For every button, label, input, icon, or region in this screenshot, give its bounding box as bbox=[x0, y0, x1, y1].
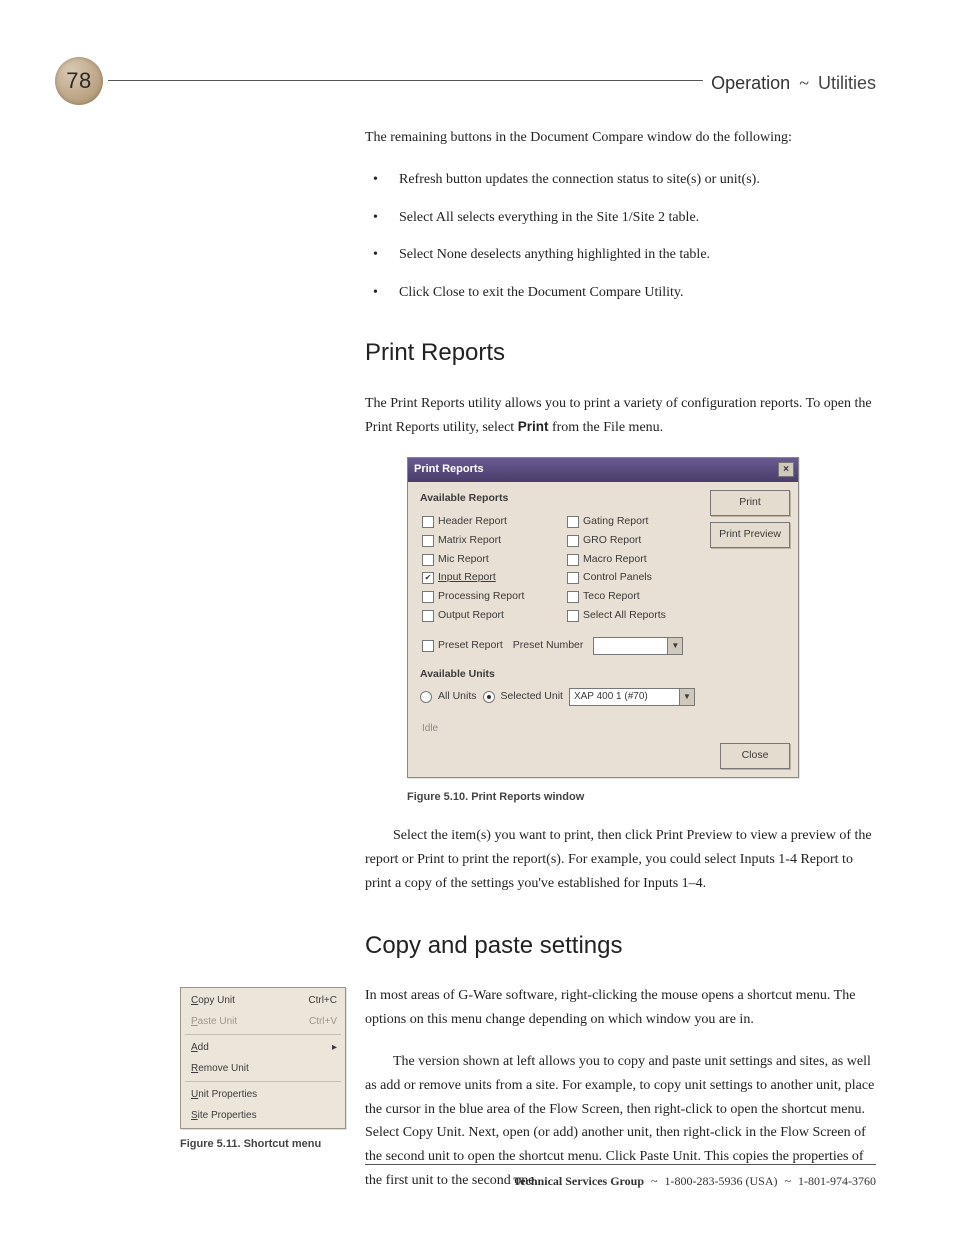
close-button[interactable]: Close bbox=[720, 743, 790, 769]
checkbox-teco-report[interactable]: Teco Report bbox=[563, 588, 708, 606]
menu-item-copy-unit[interactable]: Copy Unit Ctrl+C bbox=[181, 990, 345, 1011]
bullet-item: Refresh button updates the connection st… bbox=[365, 168, 876, 192]
checkbox-processing-report[interactable]: Processing Report bbox=[418, 588, 563, 606]
footer-group: Technical Services Group bbox=[513, 1174, 644, 1188]
section-label: Operation ~ Utilities bbox=[703, 68, 876, 99]
checkbox-control-panels[interactable]: Control Panels bbox=[563, 569, 708, 587]
checkbox-header-report[interactable]: Header Report bbox=[418, 513, 563, 531]
subsection-name: Utilities bbox=[818, 73, 876, 93]
copy-p1: In most areas of G-Ware software, right-… bbox=[365, 984, 876, 1032]
figure-caption-5-11: Figure 5.11. Shortcut menu bbox=[180, 1135, 346, 1154]
footer-phone2: 1-801-974-3760 bbox=[798, 1174, 876, 1188]
menu-shortcut: Ctrl+V bbox=[309, 1013, 337, 1030]
checkbox-select-all-reports[interactable]: Select All Reports bbox=[563, 607, 708, 625]
menu-item-remove-unit[interactable]: Remove Unit bbox=[181, 1058, 345, 1079]
print-para-bold: Print bbox=[518, 419, 549, 434]
footer-sep: ~ bbox=[647, 1174, 662, 1188]
window-title: Print Reports bbox=[414, 460, 484, 479]
bullet-item: Select All selects everything in the Sit… bbox=[365, 206, 876, 230]
preset-number-label: Preset Number bbox=[513, 637, 584, 655]
print-paragraph: The Print Reports utility allows you to … bbox=[365, 392, 876, 440]
radio-all-units-label: All Units bbox=[438, 688, 477, 706]
heading-copy-paste: Copy and paste settings bbox=[365, 926, 876, 967]
print-preview-button[interactable]: Print Preview bbox=[710, 522, 790, 548]
close-icon[interactable]: × bbox=[778, 462, 794, 477]
menu-item-unit-properties[interactable]: Unit Properties bbox=[181, 1084, 345, 1105]
menu-item-site-properties[interactable]: Site Properties bbox=[181, 1105, 345, 1126]
figure-caption-5-10: Figure 5.10. Print Reports window bbox=[407, 788, 876, 807]
radio-all-units[interactable] bbox=[420, 691, 432, 703]
footer-text: Technical Services Group ~ 1-800-283-593… bbox=[513, 1171, 876, 1191]
intro-paragraph: The remaining buttons in the Document Co… bbox=[365, 126, 876, 150]
bullet-list: Refresh button updates the connection st… bbox=[365, 168, 876, 305]
menu-shortcut: Ctrl+C bbox=[308, 992, 337, 1009]
page-number: 78 bbox=[66, 62, 91, 99]
selected-unit-combo[interactable]: XAP 400 1 (#70) ▼ bbox=[569, 688, 695, 706]
menu-divider bbox=[185, 1034, 341, 1035]
shortcut-menu: Copy Unit Ctrl+C Paste Unit Ctrl+V Add ▸… bbox=[180, 987, 346, 1129]
print-reports-window: Print Reports × Print Print Preview Avai… bbox=[407, 457, 799, 777]
group-available-units: Available Units bbox=[420, 666, 790, 684]
submenu-arrow-icon: ▸ bbox=[332, 1039, 337, 1056]
footer-phone1: 1-800-283-5936 (USA) bbox=[665, 1174, 778, 1188]
chevron-down-icon: ▼ bbox=[667, 638, 682, 654]
checkbox-preset-report[interactable]: Preset Report bbox=[422, 637, 503, 655]
checkbox-output-report[interactable]: Output Report bbox=[418, 607, 563, 625]
main-content: The remaining buttons in the Document Co… bbox=[365, 126, 876, 1211]
menu-item-paste-unit: Paste Unit Ctrl+V bbox=[181, 1011, 345, 1032]
page-number-badge: 78 bbox=[55, 57, 103, 105]
figure-shortcut-menu: Copy Unit Ctrl+C Paste Unit Ctrl+V Add ▸… bbox=[180, 987, 346, 1154]
checkbox-input-report[interactable]: ✔Input Report bbox=[418, 569, 563, 587]
preset-number-combo[interactable]: ▼ bbox=[593, 637, 683, 655]
status-idle: Idle bbox=[418, 720, 790, 737]
checkbox-gating-report[interactable]: Gating Report bbox=[563, 513, 708, 531]
heading-print-reports: Print Reports bbox=[365, 333, 876, 374]
footer-rule bbox=[365, 1164, 876, 1165]
radio-selected-unit[interactable] bbox=[483, 691, 495, 703]
footer-sep: ~ bbox=[781, 1174, 796, 1188]
checkbox-gro-report[interactable]: GRO Report bbox=[563, 532, 708, 550]
section-sep: ~ bbox=[795, 73, 813, 93]
menu-item-add[interactable]: Add ▸ bbox=[181, 1037, 345, 1058]
bullet-item: Click Close to exit the Document Compare… bbox=[365, 281, 876, 305]
chevron-down-icon: ▼ bbox=[679, 689, 694, 705]
menu-divider bbox=[185, 1081, 341, 1082]
radio-selected-unit-label: Selected Unit bbox=[501, 688, 563, 706]
checkbox-matrix-report[interactable]: Matrix Report bbox=[418, 532, 563, 550]
checkbox-macro-report[interactable]: Macro Report bbox=[563, 551, 708, 569]
print-para-b: from the File menu. bbox=[548, 420, 663, 435]
section-name: Operation bbox=[711, 73, 790, 93]
print-button[interactable]: Print bbox=[710, 490, 790, 516]
window-titlebar: Print Reports × bbox=[408, 458, 798, 482]
bullet-item: Select None deselects anything highlight… bbox=[365, 243, 876, 267]
checkbox-mic-report[interactable]: Mic Report bbox=[418, 551, 563, 569]
print-after-paragraph: Select the item(s) you want to print, th… bbox=[365, 824, 876, 895]
